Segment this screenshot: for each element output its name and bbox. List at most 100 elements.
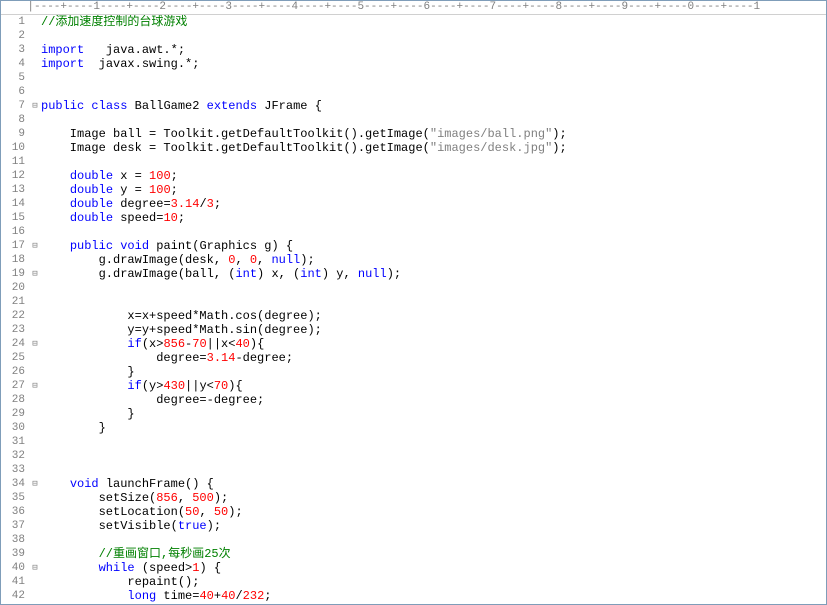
line-number: 16: [1, 225, 25, 239]
fold-marker: [29, 71, 41, 85]
code-line[interactable]: if(x>856-70||x<40){: [41, 337, 826, 351]
line-number: 26: [1, 365, 25, 379]
code-line[interactable]: [41, 29, 826, 43]
code-line[interactable]: public class BallGame2 extends JFrame {: [41, 99, 826, 113]
column-ruler: |----+----1----+----2----+----3----+----…: [1, 1, 826, 15]
code-line[interactable]: //添加速度控制的台球游戏: [41, 15, 826, 29]
code-line[interactable]: double speed=10;: [41, 211, 826, 225]
code-line[interactable]: degree=3.14-degree;: [41, 351, 826, 365]
fold-marker: [29, 29, 41, 43]
line-number: 39: [1, 547, 25, 561]
fold-marker: [29, 15, 41, 29]
line-number: 18: [1, 253, 25, 267]
code-line[interactable]: }: [41, 421, 826, 435]
fold-marker: [29, 155, 41, 169]
line-number: 8: [1, 113, 25, 127]
fold-marker: [29, 85, 41, 99]
code-line[interactable]: public void paint(Graphics g) {: [41, 239, 826, 253]
fold-marker: [29, 491, 41, 505]
code-line[interactable]: [41, 71, 826, 85]
code-line[interactable]: import javax.swing.*;: [41, 57, 826, 71]
line-number: 7: [1, 99, 25, 113]
fold-marker: [29, 575, 41, 589]
fold-marker: [29, 183, 41, 197]
fold-marker: [29, 323, 41, 337]
code-line[interactable]: [41, 449, 826, 463]
fold-marker: [29, 197, 41, 211]
fold-marker: [29, 43, 41, 57]
code-line[interactable]: setSize(856, 500);: [41, 491, 826, 505]
fold-marker: [29, 281, 41, 295]
code-editor: 1234567891011121314151617181920212223242…: [1, 15, 826, 604]
code-area[interactable]: //添加速度控制的台球游戏 import java.awt.*;import ja…: [41, 15, 826, 604]
fold-marker[interactable]: ⊟: [29, 239, 41, 253]
fold-marker[interactable]: ⊟: [29, 379, 41, 393]
line-number: 4: [1, 57, 25, 71]
line-number: 22: [1, 309, 25, 323]
code-line[interactable]: y=y+speed*Math.sin(degree);: [41, 323, 826, 337]
code-line[interactable]: g.drawImage(ball, (int) x, (int) y, null…: [41, 267, 826, 281]
line-number: 13: [1, 183, 25, 197]
code-line[interactable]: Image ball = Toolkit.getDefaultToolkit()…: [41, 127, 826, 141]
fold-marker: [29, 113, 41, 127]
fold-marker[interactable]: ⊟: [29, 477, 41, 491]
code-line[interactable]: x=x+speed*Math.cos(degree);: [41, 309, 826, 323]
fold-marker[interactable]: ⊟: [29, 267, 41, 281]
code-line[interactable]: }: [41, 365, 826, 379]
line-number: 29: [1, 407, 25, 421]
line-number: 19: [1, 267, 25, 281]
fold-marker: [29, 295, 41, 309]
fold-marker: [29, 519, 41, 533]
line-number: 27: [1, 379, 25, 393]
code-line[interactable]: [41, 85, 826, 99]
line-number: 3: [1, 43, 25, 57]
line-number: 15: [1, 211, 25, 225]
line-number: 41: [1, 575, 25, 589]
line-number: 24: [1, 337, 25, 351]
fold-marker: [29, 309, 41, 323]
line-number: 33: [1, 463, 25, 477]
fold-marker: [29, 393, 41, 407]
code-line[interactable]: if(y>430||y<70){: [41, 379, 826, 393]
code-line[interactable]: degree=-degree;: [41, 393, 826, 407]
code-line[interactable]: long time=40+40/232;: [41, 589, 826, 603]
line-number: 11: [1, 155, 25, 169]
code-line[interactable]: [41, 281, 826, 295]
code-line[interactable]: void launchFrame() {: [41, 477, 826, 491]
fold-marker: [29, 505, 41, 519]
line-number: 17: [1, 239, 25, 253]
code-line[interactable]: [41, 533, 826, 547]
line-number: 36: [1, 505, 25, 519]
code-line[interactable]: [41, 295, 826, 309]
code-line[interactable]: setLocation(50, 50);: [41, 505, 826, 519]
code-line[interactable]: double degree=3.14/3;: [41, 197, 826, 211]
code-line[interactable]: //重画窗口,每秒画25次: [41, 547, 826, 561]
fold-marker[interactable]: ⊟: [29, 337, 41, 351]
fold-marker[interactable]: ⊟: [29, 561, 41, 575]
code-line[interactable]: double y = 100;: [41, 183, 826, 197]
fold-gutter[interactable]: ⊟ ⊟ ⊟ ⊟ ⊟ ⊟ ⊟: [29, 15, 41, 604]
code-line[interactable]: Image desk = Toolkit.getDefaultToolkit()…: [41, 141, 826, 155]
line-number: 38: [1, 533, 25, 547]
code-line[interactable]: [41, 155, 826, 169]
fold-marker: [29, 365, 41, 379]
code-line[interactable]: import java.awt.*;: [41, 43, 826, 57]
code-line[interactable]: }: [41, 407, 826, 421]
code-line[interactable]: [41, 463, 826, 477]
fold-marker: [29, 141, 41, 155]
fold-marker[interactable]: ⊟: [29, 99, 41, 113]
code-line[interactable]: setVisible(true);: [41, 519, 826, 533]
line-number-gutter: 1234567891011121314151617181920212223242…: [1, 15, 29, 604]
code-line[interactable]: while (speed>1) {: [41, 561, 826, 575]
line-number: 14: [1, 197, 25, 211]
fold-marker: [29, 449, 41, 463]
code-line[interactable]: [41, 435, 826, 449]
code-line[interactable]: repaint();: [41, 575, 826, 589]
fold-marker: [29, 225, 41, 239]
code-line[interactable]: double x = 100;: [41, 169, 826, 183]
line-number: 10: [1, 141, 25, 155]
code-line[interactable]: g.drawImage(desk, 0, 0, null);: [41, 253, 826, 267]
line-number: 5: [1, 71, 25, 85]
code-line[interactable]: [41, 113, 826, 127]
code-line[interactable]: [41, 225, 826, 239]
